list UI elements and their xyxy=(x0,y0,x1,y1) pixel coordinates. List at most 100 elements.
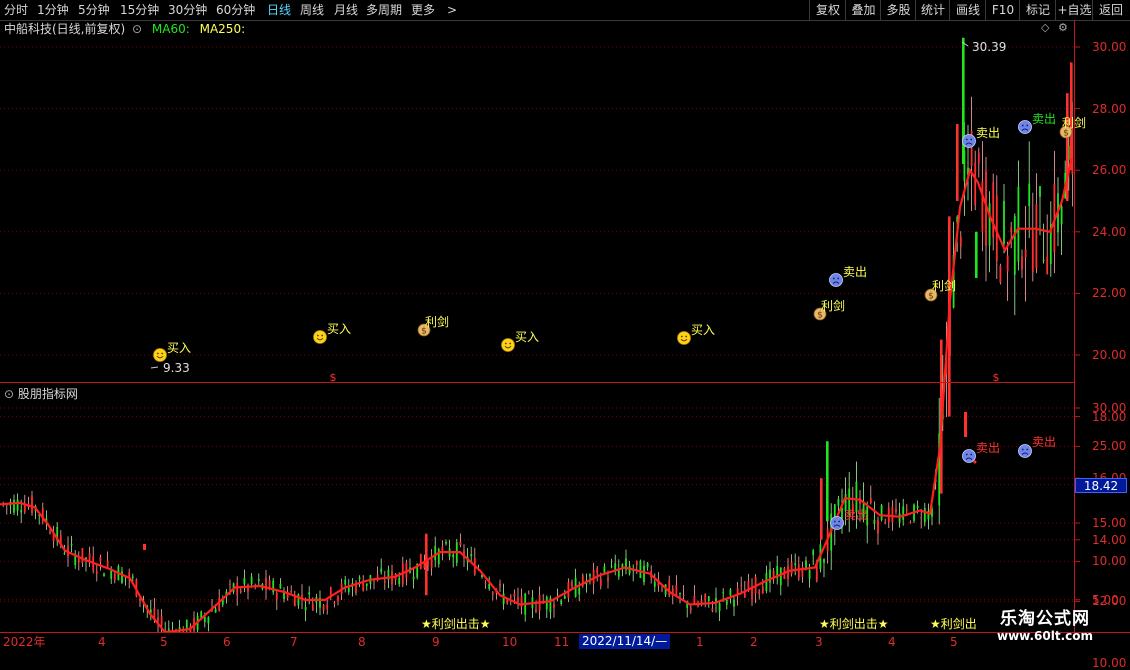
candle-body xyxy=(283,592,285,600)
banner-bg xyxy=(421,618,493,630)
adjust-button[interactable]: 复权 xyxy=(809,0,846,20)
statistics-button[interactable]: 统计 xyxy=(915,0,950,20)
candle-body xyxy=(995,195,998,262)
buy-label: 买入 xyxy=(515,330,539,344)
tab-daily[interactable]: 日线 xyxy=(267,0,291,20)
indicator-tick: 15.00 xyxy=(1092,516,1127,531)
candle-body xyxy=(938,433,941,506)
candle-body xyxy=(949,289,951,356)
candle-body xyxy=(898,513,901,523)
candle-body xyxy=(41,507,44,522)
candle-body xyxy=(859,498,861,504)
candle-body xyxy=(333,602,336,604)
indicator-menu-icon[interactable]: ⊙ xyxy=(4,387,14,401)
candle-body xyxy=(553,603,555,609)
candle-body xyxy=(1021,256,1023,270)
chevron-right-icon[interactable]: > xyxy=(447,0,457,20)
candle-body xyxy=(344,579,347,585)
sad-face xyxy=(1018,120,1032,134)
overlay-button[interactable]: 叠加 xyxy=(845,0,881,20)
gear-icon[interactable]: ⚙ xyxy=(1058,21,1068,34)
candle-body xyxy=(445,542,447,544)
candle-body xyxy=(1064,172,1067,199)
candle-body xyxy=(794,563,797,565)
candles xyxy=(2,37,1074,650)
candle-body xyxy=(679,593,681,595)
candle-body xyxy=(693,595,696,604)
candle-body xyxy=(236,582,239,596)
candle-body xyxy=(257,579,260,581)
candle-body xyxy=(297,594,300,606)
candle-body xyxy=(380,568,383,573)
candle-body xyxy=(592,569,595,584)
candle-body xyxy=(992,182,995,238)
tab-multi-period[interactable]: 多周期 xyxy=(366,0,402,20)
candle-body xyxy=(92,556,95,571)
tab-weekly[interactable]: 周线 xyxy=(300,0,324,20)
candle-body xyxy=(416,563,419,578)
candle-body xyxy=(567,582,570,598)
candle-body xyxy=(891,506,894,523)
tab-5min[interactable]: 5分钟 xyxy=(78,0,110,20)
candle-body xyxy=(315,597,318,603)
sell-label: 卖出 xyxy=(976,126,1000,140)
candle-body xyxy=(711,608,714,611)
draw-line-button[interactable]: 画线 xyxy=(949,0,986,20)
candle-body xyxy=(520,596,523,607)
candle-body xyxy=(45,518,48,523)
candle-body xyxy=(1024,249,1027,258)
candle-body xyxy=(797,564,800,579)
sad-mouth xyxy=(832,281,840,284)
money-symbol: $ xyxy=(421,327,427,337)
candle-body xyxy=(948,216,951,417)
money-symbol: $ xyxy=(817,311,823,321)
tab-more[interactable]: 更多 xyxy=(411,0,435,20)
sad-eye xyxy=(1026,448,1029,451)
candle-body xyxy=(826,528,829,552)
smile-eye xyxy=(156,352,159,355)
tab-monthly[interactable]: 月线 xyxy=(334,0,358,20)
candle-body xyxy=(545,596,548,610)
price-tick: 28.00 xyxy=(1092,101,1127,116)
candle-body xyxy=(491,592,494,595)
candle-body xyxy=(218,598,221,612)
candle-body xyxy=(621,564,624,568)
date-label: 3 xyxy=(815,635,823,649)
candle-body xyxy=(506,598,509,604)
candle-body xyxy=(963,150,966,182)
candle-body xyxy=(815,561,818,582)
f10-button[interactable]: F10 xyxy=(985,0,1020,20)
money-bag xyxy=(1059,125,1073,139)
watermark-url: www.60lt.com xyxy=(996,629,1094,643)
candle-body xyxy=(329,587,332,597)
candle-body xyxy=(1003,200,1005,244)
kline-chart[interactable]: 买入买入买入买入$利剑$利剑$利剑$利剑卖出卖出卖出卖出卖出卖出30.399.3… xyxy=(0,0,1130,650)
candle-body xyxy=(268,580,271,590)
candle-body xyxy=(733,599,735,607)
candle-body xyxy=(913,504,915,521)
candle-body xyxy=(1067,145,1070,160)
tab-30min[interactable]: 30分钟 xyxy=(168,0,207,20)
diamond-icon[interactable]: ◇ xyxy=(1041,21,1049,34)
chevron-down-icon[interactable]: ⊙ xyxy=(132,22,142,36)
mark-button[interactable]: 标记 xyxy=(1019,0,1056,20)
candle-body xyxy=(128,572,131,579)
tab-15min[interactable]: 15分钟 xyxy=(120,0,159,20)
tab-60min[interactable]: 60分钟 xyxy=(216,0,255,20)
smile-icon xyxy=(677,331,691,345)
add-watchlist-button[interactable]: +自选 xyxy=(1055,0,1093,20)
back-button[interactable]: 返回 xyxy=(1092,0,1129,20)
candle-body xyxy=(837,498,840,506)
multi-stock-button[interactable]: 多股 xyxy=(880,0,916,20)
price-tick: 10.00 xyxy=(1092,656,1127,670)
tab-1min[interactable]: 1分钟 xyxy=(37,0,69,20)
sad-mouth xyxy=(965,142,973,145)
candle-body xyxy=(369,575,372,584)
sad-face xyxy=(830,516,844,530)
candle-body xyxy=(311,603,314,611)
sad-mouth xyxy=(1021,128,1029,131)
tab-intraday[interactable]: 分时 xyxy=(4,0,28,20)
candle-body xyxy=(31,495,33,514)
sad-eye xyxy=(1021,448,1024,451)
candle-body xyxy=(707,596,710,602)
